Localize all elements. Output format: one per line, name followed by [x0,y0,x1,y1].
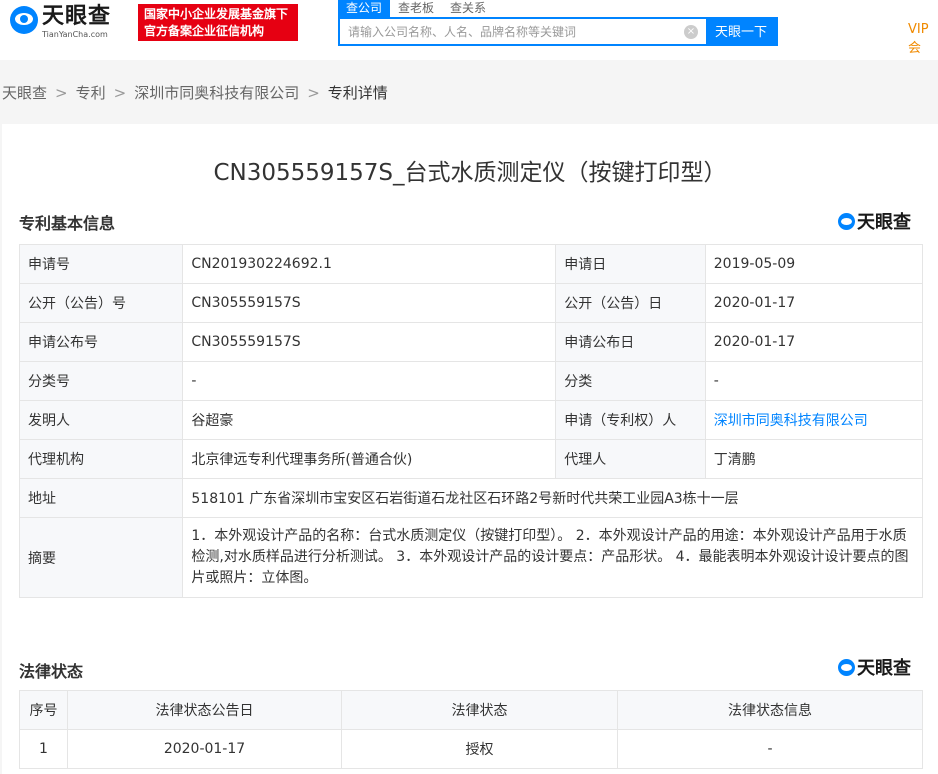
label-agency: 代理机构 [18,439,184,479]
value-application-no: CN201930224692.1 [182,244,557,284]
header-no: 序号 [19,690,68,730]
applicant-link[interactable]: 深圳市同奥科技有限公司 [714,413,868,429]
breadcrumb: 天眼查 > 专利 > 深圳市同奥科技有限公司 > 专利详情 [2,82,388,103]
eye-logo-icon [10,6,38,34]
logo-text: 天眼查 [42,4,112,29]
label-abstract: 摘要 [18,517,184,598]
table-row: 地址 518101 广东省深圳市宝安区石岩街道石龙社区石环路2号新时代共荣工业园… [18,478,923,518]
tab-relation[interactable]: 查关系 [442,0,494,17]
patent-detail-card: CN305559157S_台式水质测定仪（按键打印型） 专利基本信息 天眼查 申… [2,124,938,774]
label-applicant: 申请（专利权）人 [555,400,706,440]
search-tabs: 查公司 查老板 查关系 [338,0,494,17]
label-class-no: 分类号 [18,361,184,401]
label-publication-date: 公开（公告）日 [555,283,706,323]
table-row: 分类号 - 分类 - [18,361,924,401]
value-agent: 丁清鹏 [704,439,924,479]
breadcrumb-current: 专利详情 [327,84,388,102]
cell-status: 授权 [341,729,618,769]
value-application-date: 2019-05-09 [704,244,924,284]
basic-info-title: 专利基本信息 [19,214,116,233]
header-date: 法律状态公告日 [67,690,342,730]
breadcrumb-separator: > [55,83,68,102]
label-publication-no: 公开（公告）号 [18,283,184,323]
breadcrumb-separator: > [113,83,127,102]
watermark-text: 天眼查 [857,658,911,679]
label-application-date: 申请日 [555,244,706,284]
value-app-publication-no: CN305559157S [182,322,557,362]
value-publication-date: 2020-01-17 [704,283,924,323]
value-app-publication-date: 2020-01-17 [704,322,924,362]
cell-info: - [617,729,923,769]
table-row: 申请号 CN201930224692.1 申请日 2019-05-09 [18,244,924,284]
breadcrumb-separator: > [307,83,320,102]
label-inventor: 发明人 [18,400,184,440]
table-header-row: 序号 法律状态公告日 法律状态 法律状态信息 [19,690,923,730]
tab-boss[interactable]: 查老板 [390,0,442,17]
tab-company[interactable]: 查公司 [338,0,391,17]
table-row: 1 2020-01-17 授权 - [19,729,923,769]
value-abstract: 1．本外观设计产品的名称：台式水质测定仪（按键打印型）。 2．本外观设计产品的用… [182,517,923,598]
cell-date: 2020-01-17 [67,729,342,769]
table-row: 代理机构 北京律远专利代理事务所(普通合伙) 代理人 丁清鹏 [18,439,924,479]
search-bar: × 天眼一下 [338,17,778,46]
cell-no: 1 [19,729,68,769]
value-publication-no: CN305559157S [182,283,557,323]
badge-line-2: 官方备案企业征信机构 [144,24,265,38]
legal-status-title: 法律状态 [19,662,84,681]
eye-logo-icon [838,212,855,230]
header-info: 法律状态信息 [617,690,923,730]
section-watermark-logo: 天眼查 [838,654,911,680]
search-button[interactable]: 天眼一下 [706,19,776,44]
table-row: 发明人 谷超豪 申请（专利权）人 深圳市同奥科技有限公司 [18,400,924,440]
top-header: 天眼查 TianYanCha.com 国家中小企业发展基金旗下 官方备案企业征信… [0,0,938,60]
breadcrumb-company[interactable]: 深圳市同奥科技有限公司 [134,82,299,103]
header-status: 法律状态 [341,690,618,730]
breadcrumb-patents[interactable]: 专利 [76,82,106,103]
table-row: 摘要 1．本外观设计产品的名称：台式水质测定仪（按键打印型）。 2．本外观设计产… [18,517,923,598]
label-app-publication-date: 申请公布日 [555,322,706,362]
clear-icon[interactable]: × [684,25,698,39]
section-watermark-logo: 天眼查 [838,208,911,234]
watermark-text: 天眼查 [857,212,911,233]
legal-status-table: 序号 法律状态公告日 法律状态 法律状态信息 1 2020-01-17 授权 - [19,690,923,769]
label-app-publication-no: 申请公布号 [18,322,184,362]
label-agent: 代理人 [555,439,706,479]
value-agency: 北京律远专利代理事务所(普通合伙) [182,439,557,479]
official-badge: 国家中小企业发展基金旗下 官方备案企业征信机构 [138,4,298,41]
value-class-no: - [182,361,557,401]
label-class: 分类 [555,361,706,401]
table-row: 申请公布号 CN305559157S 申请公布日 2020-01-17 [18,322,924,362]
breadcrumb-home[interactable]: 天眼查 [2,82,47,103]
basic-info-table: 申请号 CN201930224692.1 申请日 2019-05-09 公开（公… [18,244,924,598]
vip-link[interactable]: VIP会 [908,22,938,56]
value-class: - [704,361,924,401]
value-address: 518101 广东省深圳市宝安区石岩街道石龙社区石环路2号新时代共荣工业园A3栋… [182,478,923,518]
badge-line-1: 国家中小企业发展基金旗下 [144,7,289,21]
label-application-no: 申请号 [18,244,184,284]
value-inventor: 谷超豪 [182,400,557,440]
site-logo[interactable]: 天眼查 TianYanCha.com [10,4,111,40]
search-input[interactable] [340,19,676,44]
logo-domain: TianYanCha.com [42,30,108,39]
label-address: 地址 [18,478,184,518]
page-title: CN305559157S_台式水质测定仪（按键打印型） [213,160,727,186]
table-row: 公开（公告）号 CN305559157S 公开（公告）日 2020-01-17 [18,283,924,323]
eye-logo-icon [838,658,855,676]
